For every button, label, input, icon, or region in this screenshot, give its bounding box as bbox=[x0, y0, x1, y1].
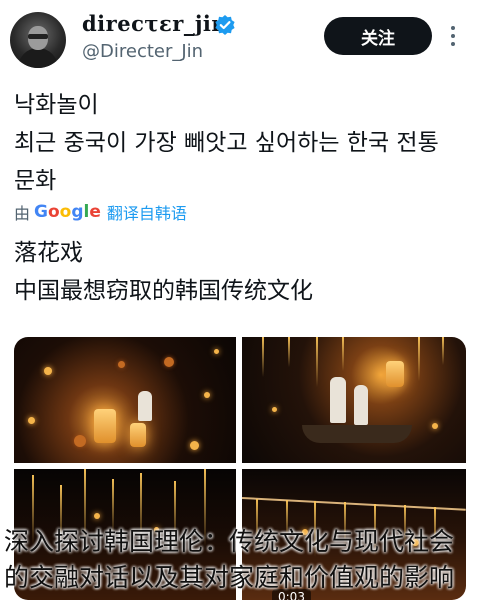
tweet-line: 문화 bbox=[14, 168, 57, 194]
avatar[interactable] bbox=[10, 12, 66, 68]
media-photo-1[interactable] bbox=[14, 337, 236, 463]
falling-spark bbox=[442, 337, 444, 365]
spark bbox=[272, 407, 277, 412]
spark bbox=[94, 513, 100, 519]
more-dot bbox=[451, 26, 455, 30]
lantern bbox=[94, 409, 116, 443]
spark bbox=[118, 361, 125, 368]
falling-spark bbox=[316, 337, 318, 387]
spark bbox=[44, 367, 52, 375]
falling-spark bbox=[418, 337, 420, 381]
google-letter: o bbox=[59, 202, 72, 222]
google-letter: G bbox=[34, 202, 48, 222]
tweet-line: 최근 중국이 가장 빼앗고 싶어하는 한국 전통 bbox=[14, 130, 439, 156]
translated-text: 落花戏 中国最想窃取的韩国传统文化 bbox=[14, 234, 313, 310]
spark bbox=[432, 423, 438, 429]
caption-line: 的交融对话以及其对家庭和价值观的影响 bbox=[4, 563, 455, 592]
google-letter: e bbox=[89, 202, 101, 222]
spark bbox=[214, 349, 219, 354]
spark bbox=[204, 392, 210, 398]
google-letter: g bbox=[71, 202, 84, 222]
tweet-header: direcτεr_jin @Directer_Jin 关注 bbox=[0, 0, 480, 76]
translation-source-link[interactable]: 翻译自韩语 bbox=[107, 200, 187, 224]
user-handle[interactable]: @Directer_Jin bbox=[82, 41, 203, 62]
falling-spark bbox=[288, 337, 290, 367]
caption-line: 深入探讨韩国理伦：传统文化与现代社会 bbox=[4, 527, 455, 556]
follow-button[interactable]: 关注 bbox=[324, 17, 432, 55]
fire-rope bbox=[242, 497, 466, 511]
person-figure bbox=[354, 385, 368, 425]
tweet-line: 낙화놀이 bbox=[14, 92, 99, 118]
translated-line: 落花戏 bbox=[14, 240, 83, 266]
google-logo: Google bbox=[34, 202, 101, 222]
verified-badge-icon bbox=[215, 15, 235, 35]
google-letter: o bbox=[47, 202, 60, 222]
avatar-body bbox=[18, 48, 58, 68]
lantern bbox=[130, 423, 146, 447]
spark bbox=[190, 441, 199, 450]
more-options-icon[interactable] bbox=[446, 22, 460, 50]
falling-spark bbox=[342, 337, 344, 371]
more-dot bbox=[451, 34, 455, 38]
overlay-caption: 深入探讨韩国理伦：传统文化与现代社会 的交融对话以及其对家庭和价值观的影响 bbox=[0, 524, 480, 596]
spark bbox=[164, 357, 174, 367]
person-figure bbox=[138, 391, 152, 421]
translation-attribution[interactable]: 由 Google 翻译自韩语 bbox=[14, 200, 187, 224]
media-photo-2[interactable] bbox=[242, 337, 466, 463]
person-figure bbox=[330, 377, 346, 423]
boat bbox=[302, 425, 412, 443]
torch-flame bbox=[386, 361, 404, 387]
translated-by-label: 由 bbox=[14, 204, 31, 223]
translated-line: 中国最想窃取的韩国传统文化 bbox=[14, 278, 313, 304]
avatar-glasses bbox=[28, 34, 48, 39]
more-dot bbox=[451, 42, 455, 46]
falling-spark bbox=[262, 337, 264, 377]
spark bbox=[28, 417, 35, 424]
tweet-text: 낙화놀이 최근 중국이 가장 빼앗고 싶어하는 한국 전통 문화 bbox=[14, 86, 439, 200]
spark bbox=[74, 435, 86, 447]
display-name[interactable]: direcτεr_jin bbox=[82, 11, 227, 36]
